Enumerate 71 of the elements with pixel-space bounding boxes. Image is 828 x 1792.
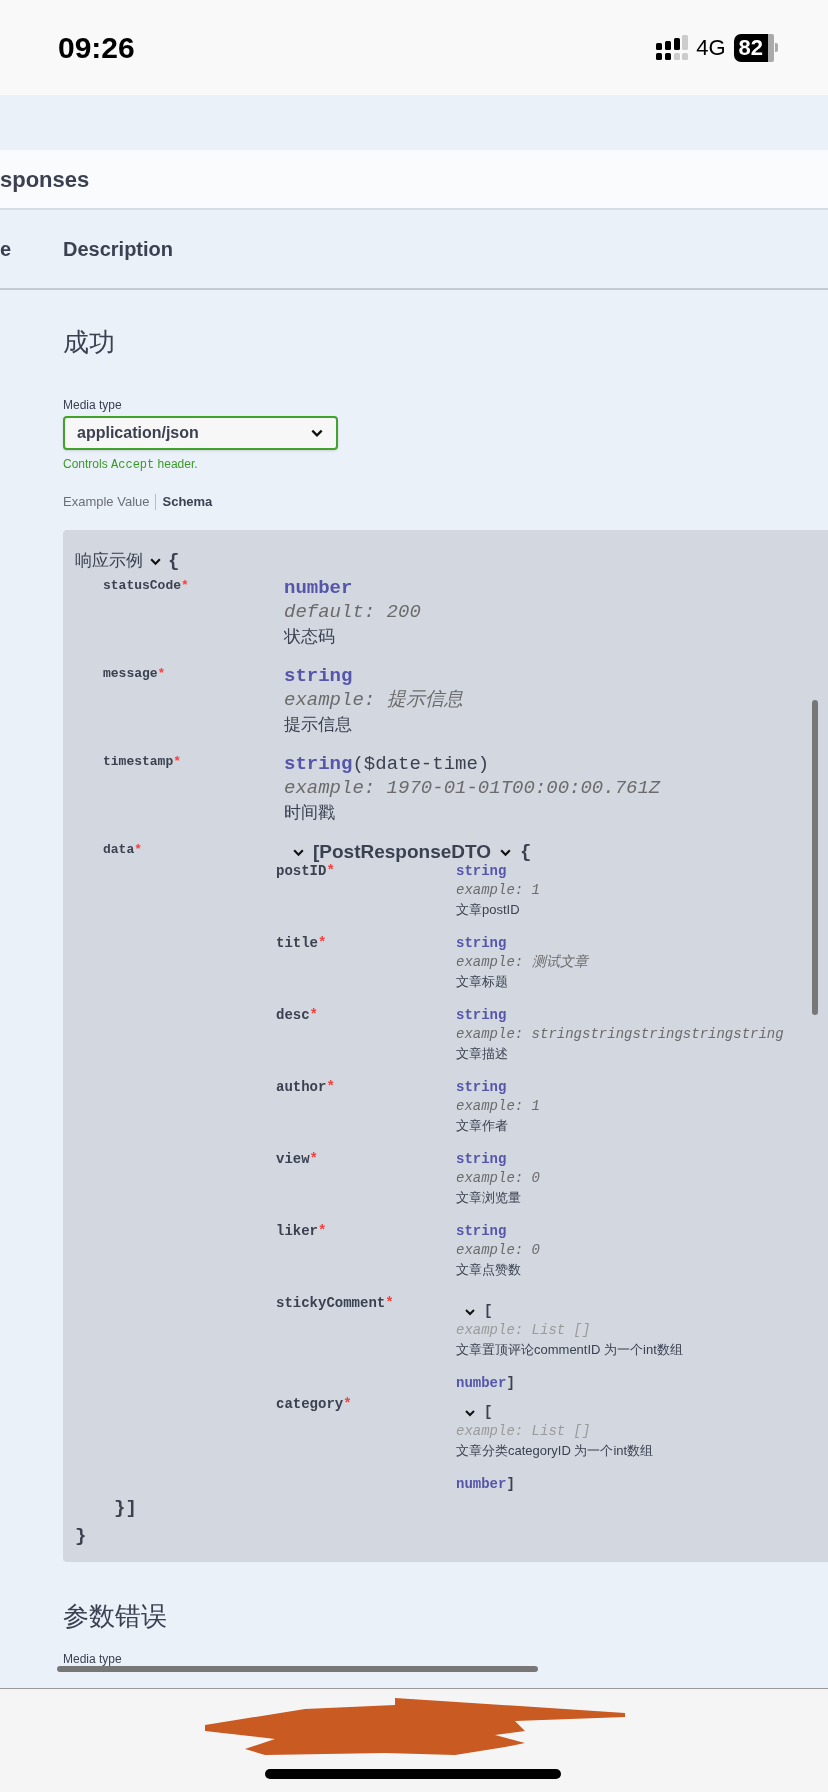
property-description: 时间戳	[284, 802, 336, 824]
example-value: example: List []	[456, 1321, 592, 1340]
property-description: 文章postID	[456, 901, 521, 919]
property-name: title*	[276, 934, 328, 953]
response-title: 成功	[63, 326, 116, 358]
signal-icon	[656, 34, 689, 61]
brace: {	[168, 548, 180, 574]
column-header: Description	[63, 237, 174, 262]
type-label: number]	[456, 1374, 516, 1393]
network-type: 4G	[696, 34, 726, 62]
column-header: e	[0, 237, 13, 262]
property-description: 文章浏览量	[456, 1189, 522, 1207]
media-type-select[interactable]: application/json	[63, 416, 338, 450]
example-value: example: 测试文章	[456, 953, 588, 972]
field-label: Media type	[63, 398, 123, 412]
property-description: 文章点赞数	[456, 1261, 522, 1279]
property-name: timestamp*	[103, 753, 183, 771]
type-label: string	[456, 1006, 508, 1025]
property-name: statusCode*	[103, 577, 190, 595]
bracket: [	[484, 1302, 493, 1321]
horizontal-scrollbar[interactable]	[57, 1666, 538, 1672]
tab[interactable]: Schema	[162, 494, 213, 510]
property-name: view*	[276, 1150, 319, 1169]
example-value: example: 0	[456, 1169, 540, 1188]
field-label: Media type	[63, 1652, 123, 1666]
brace: {	[520, 839, 532, 865]
brace: }]	[114, 1496, 137, 1520]
property-description: 文章标题	[456, 973, 509, 991]
vertical-scrollbar[interactable]	[812, 700, 818, 1015]
property-name: liker*	[276, 1222, 328, 1241]
example-value: example: 1	[456, 1097, 540, 1116]
property-name: desc*	[276, 1006, 319, 1025]
clock-time: 09:26	[58, 30, 135, 66]
property-description: 文章分类categoryID 为一个int数组	[456, 1442, 654, 1460]
example-value: example: 0	[456, 1241, 540, 1260]
example-value: example: List []	[456, 1422, 592, 1441]
property-name: category*	[276, 1395, 353, 1414]
type-label: number	[284, 576, 354, 600]
section-title: sponses	[0, 165, 90, 194]
type-label: string	[456, 1222, 508, 1241]
property-description: 文章作者	[456, 1117, 509, 1135]
example-value: example: 提示信息	[284, 688, 463, 712]
type-label: string	[456, 1150, 508, 1169]
property-name: stickyComment*	[276, 1294, 395, 1313]
type-label: string	[456, 862, 508, 881]
property-name: data*	[103, 841, 144, 859]
property-name: postID*	[276, 862, 336, 881]
model-name: [PostResponseDTO	[313, 839, 492, 864]
example-value: default: 200	[284, 600, 421, 624]
type-label: string	[456, 1078, 508, 1097]
property-description: 文章描述	[456, 1045, 509, 1063]
battery-indicator: 82	[733, 33, 774, 62]
property-description: 文章置顶评论commentID 为一个int数组	[456, 1341, 683, 1359]
example-value: example: stringstringstringstringstring	[456, 1025, 784, 1044]
property-name: author*	[276, 1078, 336, 1097]
brace: }	[75, 1524, 88, 1548]
type-label: string	[456, 934, 508, 953]
property-name: message*	[103, 665, 167, 683]
example-value: example: 1	[456, 881, 540, 900]
hint-text: Controls Accept header.	[63, 457, 199, 472]
tab[interactable]: Example Value	[63, 494, 150, 510]
type-label: number]	[456, 1475, 516, 1494]
property-description: 提示信息	[284, 714, 353, 736]
response-title: 参数错误	[63, 1600, 168, 1632]
type-label: string($date-time)	[284, 752, 491, 776]
type-label: string	[284, 664, 354, 688]
example-value: example: 1970-01-01T00:00:00.761Z	[284, 776, 661, 800]
battery-nub	[775, 43, 778, 52]
bracket: [	[484, 1403, 493, 1422]
model-title: 响应示例	[75, 550, 143, 573]
property-description: 状态码	[284, 626, 336, 648]
